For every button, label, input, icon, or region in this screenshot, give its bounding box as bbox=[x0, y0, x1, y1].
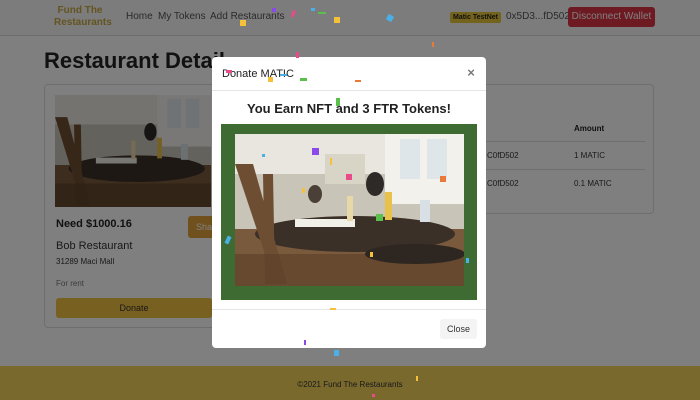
nft-image bbox=[235, 134, 464, 286]
reward-message: You Earn NFT and 3 FTR Tokens! bbox=[247, 101, 451, 116]
modal-footer: Close bbox=[212, 309, 486, 348]
close-button[interactable]: Close bbox=[440, 319, 477, 339]
modal-title: Donate MATIC bbox=[222, 68, 294, 80]
modal-header: Donate MATIC × bbox=[212, 57, 486, 91]
close-icon[interactable]: × bbox=[465, 66, 477, 80]
nft-frame bbox=[221, 124, 477, 300]
donate-modal: Donate MATIC × You Earn NFT and 3 FTR To… bbox=[212, 57, 486, 348]
